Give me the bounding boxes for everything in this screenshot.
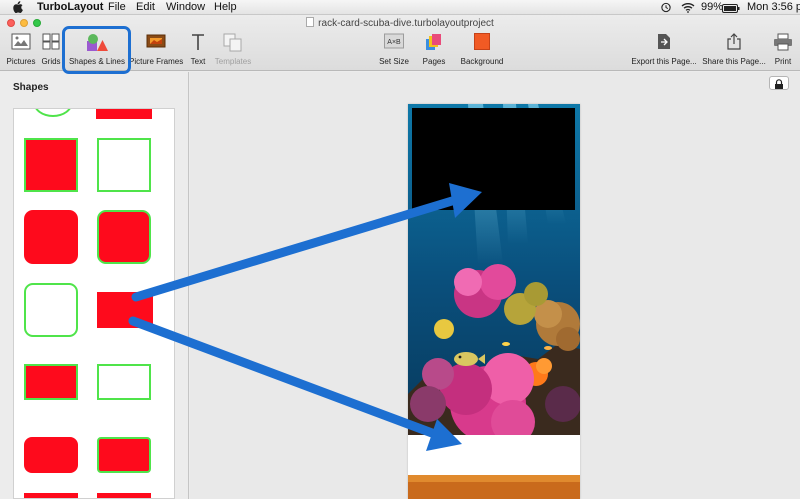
shape-outline-rounded-square[interactable] — [24, 283, 78, 337]
underwater-coral-photo[interactable] — [408, 104, 580, 499]
shape-filled-rectangle[interactable] — [97, 493, 151, 498]
templates-icon — [223, 33, 242, 52]
shape-filled-rounded-square-green-border[interactable] — [97, 210, 151, 264]
set-size-label: Set Size — [379, 57, 409, 66]
battery-icon[interactable] — [722, 3, 740, 14]
text-label: Text — [190, 57, 206, 66]
canvas-area[interactable] — [190, 72, 800, 499]
menu-clock[interactable]: Mon 3:56 pm — [747, 1, 800, 14]
background-icon — [474, 33, 490, 50]
lock-button[interactable] — [769, 76, 789, 90]
menu-edit[interactable]: Edit — [136, 1, 155, 14]
menu-help[interactable]: Help — [214, 1, 237, 14]
shape-filled-square-green-border[interactable] — [24, 138, 78, 192]
set-size-icon: A×B — [384, 33, 404, 49]
wifi-icon[interactable] — [681, 2, 695, 13]
menu-window[interactable]: Window — [166, 1, 205, 14]
pictures-label: Pictures — [6, 57, 36, 66]
picture-frames-button[interactable]: Picture Frames — [129, 31, 183, 67]
share-page-label: Share this Page... — [702, 57, 766, 66]
document-title: rack-card-scuba-dive.turbolayoutproject — [318, 18, 494, 29]
svg-text:A×B: A×B — [387, 39, 401, 46]
shape-outline-rectangle[interactable] — [97, 364, 151, 400]
shape-outline-square[interactable] — [97, 138, 151, 192]
background-button[interactable]: Background — [458, 31, 506, 67]
picture-frames-icon — [146, 34, 166, 48]
apple-menu-icon[interactable] — [13, 1, 23, 13]
shapes-panel[interactable] — [13, 108, 175, 499]
share-page-button[interactable]: Share this Page... — [701, 31, 767, 67]
background-label: Background — [460, 57, 504, 66]
set-size-button[interactable]: A×B Set Size — [378, 31, 410, 67]
print-label: Print — [774, 57, 792, 66]
shape-outline-circle[interactable] — [33, 109, 73, 117]
grids-button[interactable]: Grids — [40, 31, 62, 67]
time-machine-icon[interactable] — [660, 2, 672, 13]
text-icon — [192, 34, 204, 50]
pages-label: Pages — [422, 57, 446, 66]
battery-percentage: 99% — [701, 1, 724, 13]
pictures-icon — [11, 33, 31, 50]
document-icon — [306, 17, 315, 27]
shapes-sidebar: Shapes — [0, 72, 189, 499]
shape-filled-rectangle[interactable] — [96, 109, 152, 119]
toolbar-highlight-annotation — [62, 26, 131, 74]
menu-file[interactable]: File — [108, 1, 126, 14]
app-window: TurboLayout File Edit Window Help 99% Mo… — [0, 0, 800, 499]
shape-filled-rounded-rectangle-green-border[interactable] — [97, 437, 151, 473]
app-menu[interactable]: TurboLayout — [37, 1, 103, 14]
shape-filled-rectangle[interactable] — [24, 493, 78, 498]
picture-frames-label: Picture Frames — [129, 57, 184, 66]
print-button[interactable]: Print — [770, 31, 796, 67]
shape-filled-rounded-rectangle[interactable] — [24, 437, 78, 473]
grids-icon — [42, 33, 60, 50]
pages-icon — [426, 34, 441, 50]
print-icon — [774, 33, 792, 51]
shape-filled-rectangle[interactable] — [97, 292, 153, 328]
pictures-button[interactable]: Pictures — [4, 31, 38, 67]
export-page-button[interactable]: Export this Page... — [630, 31, 698, 67]
shape-filled-rectangle-green-border[interactable] — [24, 364, 78, 400]
text-button[interactable]: Text — [188, 31, 208, 67]
lock-icon — [775, 79, 783, 89]
share-icon — [727, 33, 741, 50]
rack-card-page[interactable] — [408, 104, 580, 499]
pages-button[interactable]: Pages — [421, 31, 447, 67]
menu-bar: TurboLayout File Edit Window Help 99% Mo… — [0, 0, 800, 15]
templates-label: Templates — [214, 57, 252, 66]
export-icon — [658, 34, 670, 49]
templates-button[interactable]: Templates — [213, 31, 253, 67]
sidebar-title: Shapes — [13, 82, 49, 93]
export-page-label: Export this Page... — [631, 57, 697, 66]
shape-filled-rounded-square[interactable] — [24, 210, 78, 264]
grids-label: Grids — [41, 57, 61, 66]
